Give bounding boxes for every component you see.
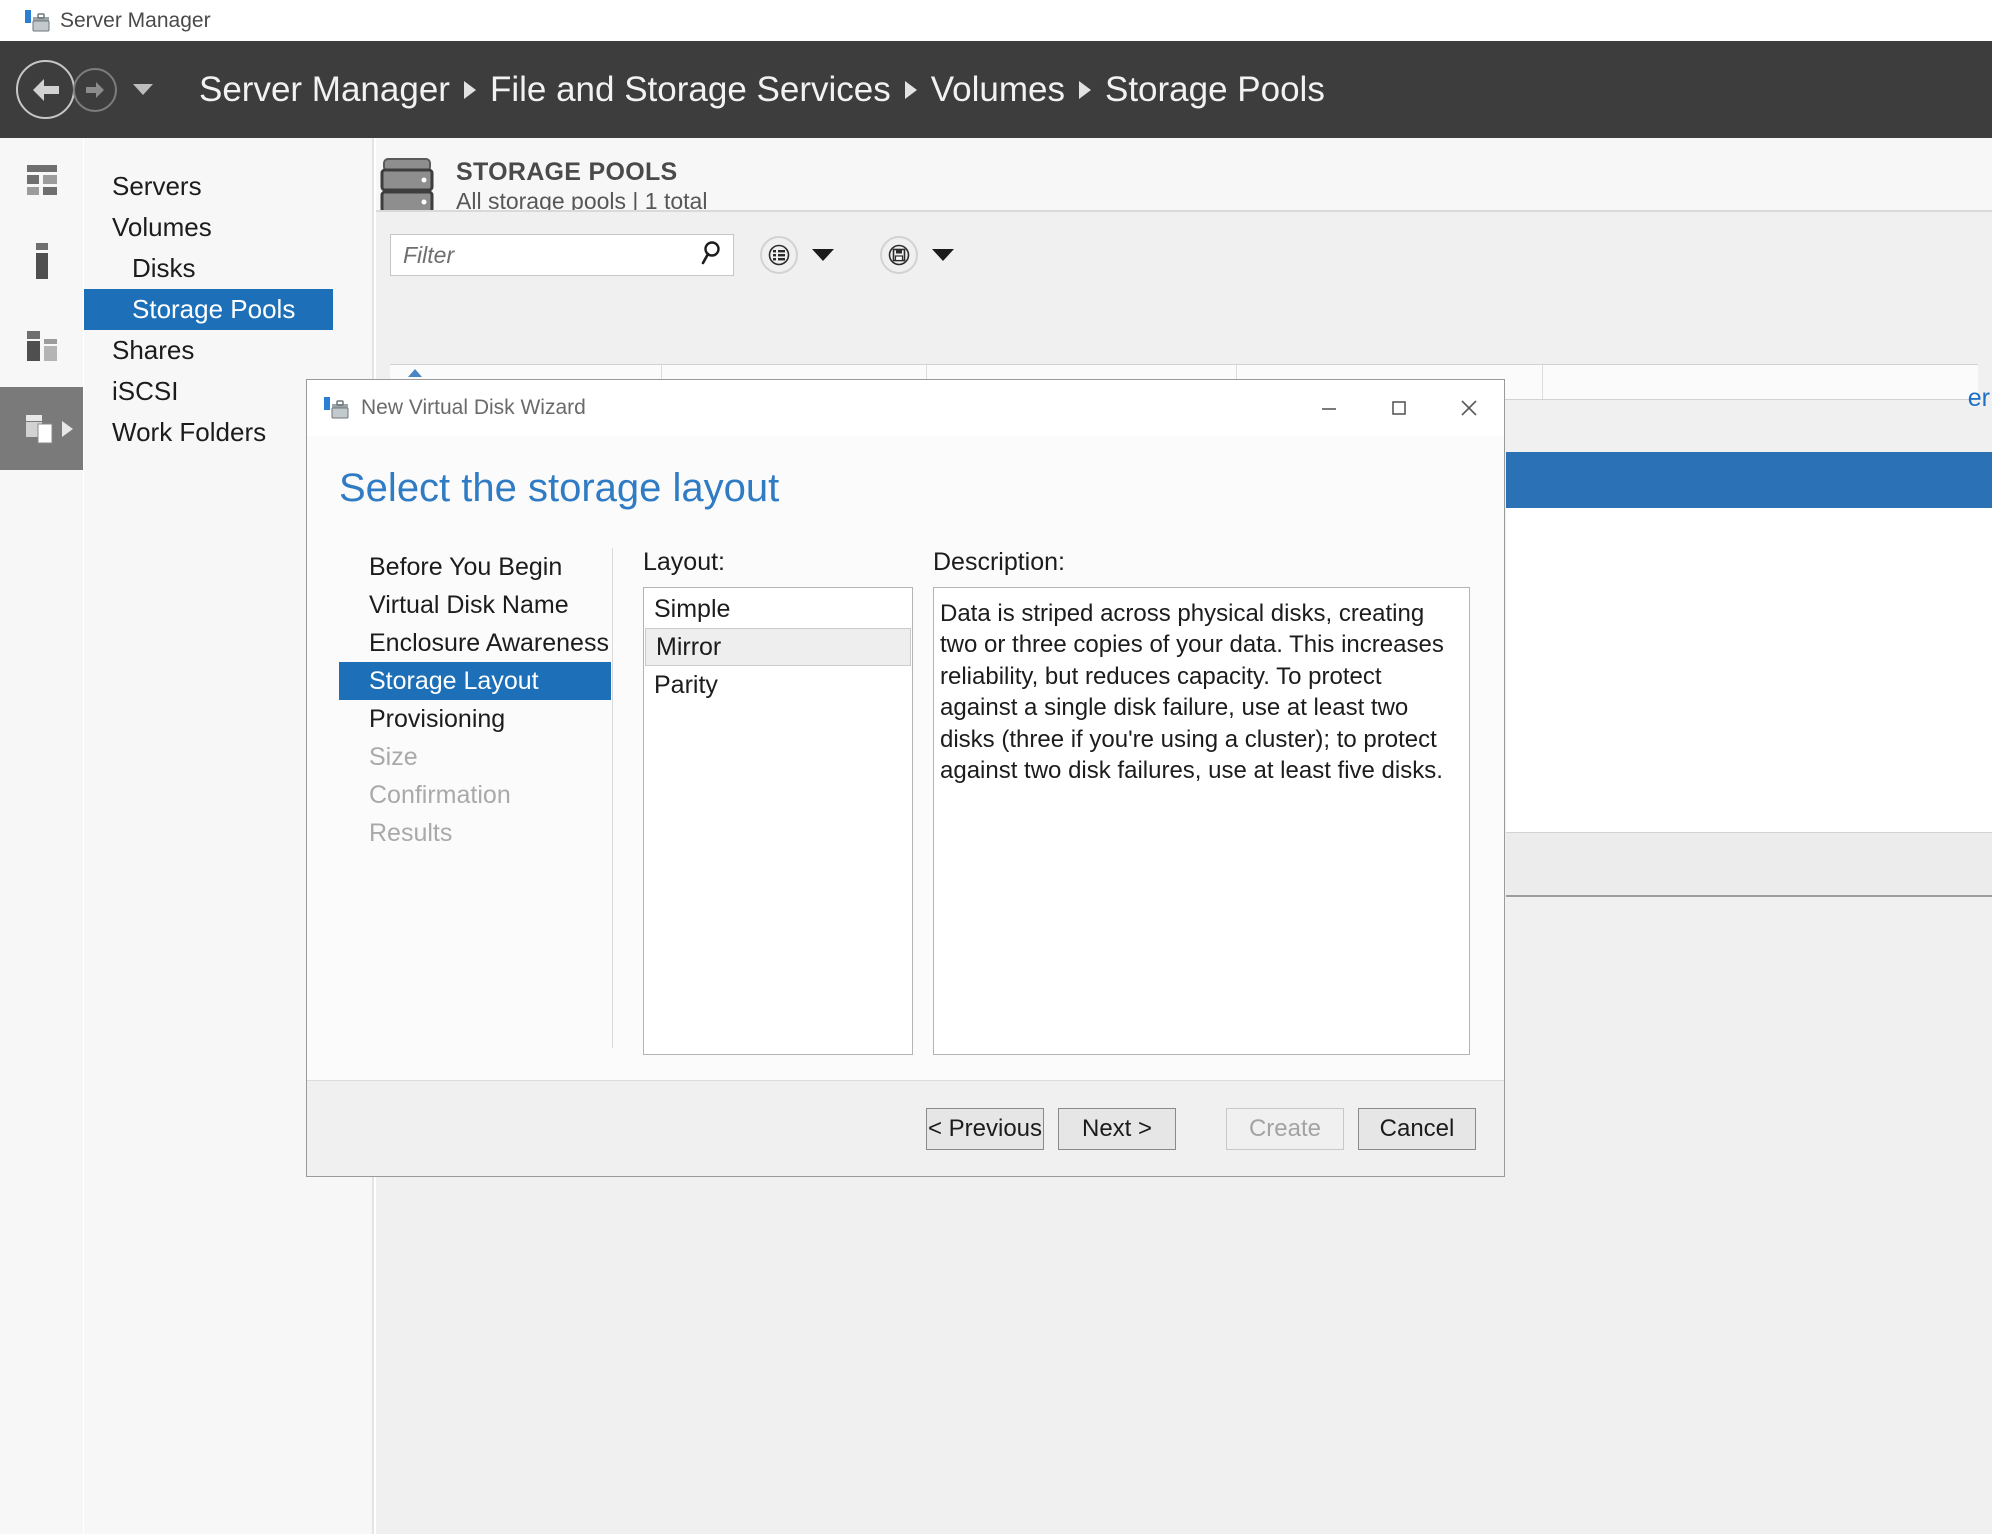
wizard-steps: Before You Begin Virtual Disk Name Enclo… [339,548,611,852]
new-virtual-disk-wizard-dialog: New Virtual Disk Wizard Select the stora… [306,379,1505,1177]
wizard-step-storage-layout[interactable]: Storage Layout [339,662,611,700]
sidebar-item-storage-pools[interactable]: Storage Pools [84,289,333,330]
back-arrow-icon[interactable] [16,60,75,119]
breadcrumb-bar: Server Manager File and Storage Services… [0,41,1992,138]
layout-option-parity[interactable]: Parity [644,666,912,704]
wizard-step-virtual-disk-name[interactable]: Virtual Disk Name [339,586,611,624]
sidebar-item-servers[interactable]: Servers [84,166,372,207]
breadcrumb-item-0[interactable]: Server Manager [199,70,450,110]
sidebar-item-file-and-storage-services[interactable] [0,387,83,470]
sidebar-item-volumes[interactable]: Volumes [84,207,372,248]
create-button: Create [1226,1107,1344,1150]
sidebar-item-disks[interactable]: Disks [84,248,372,289]
breadcrumb-item-3[interactable]: Storage Pools [1105,70,1325,110]
dialog-titlebar: New Virtual Disk Wizard [307,380,1504,436]
description-section: Description: Data is striped across phys… [933,548,1473,1055]
dialog-footer: < Previous Next > Create Cancel [307,1080,1504,1176]
layout-option-simple[interactable]: Simple [644,590,912,628]
breadcrumb-item-1[interactable]: File and Storage Services [490,70,891,110]
breadcrumb-separator-icon [1078,80,1091,99]
close-icon[interactable] [1434,380,1504,436]
layout-listbox[interactable]: Simple Mirror Parity [643,587,913,1055]
filter-toolbar: Filter [376,212,1992,276]
wizard-step-results: Results [369,818,453,847]
next-button[interactable]: Next > [1058,1107,1176,1150]
layout-label: Layout: [643,548,726,576]
app-title: Server Manager [60,8,211,32]
search-input[interactable]: Filter [390,234,734,276]
dialog-body: Before You Begin Virtual Disk Name Enclo… [307,548,1504,1075]
wizard-step-before-you-begin[interactable]: Before You Begin [339,548,611,586]
forward-arrow-icon[interactable] [73,67,117,112]
table-column-header[interactable] [1543,365,1978,399]
storage-pool-icon [380,158,434,216]
save-icon[interactable] [880,236,918,274]
background-task-link[interactable]: er [1968,384,1990,413]
breadcrumb-item-2[interactable]: Volumes [931,70,1065,110]
page-title: STORAGE POOLS [456,158,678,186]
breadcrumb-separator-icon [904,80,917,99]
table-row[interactable] [1506,452,1992,508]
layout-option-mirror[interactable]: Mirror [645,628,911,666]
filter-placeholder: Filter [403,241,455,268]
sidebar-item-local-server[interactable] [0,221,83,304]
maximize-icon[interactable] [1364,380,1434,436]
dashboard-icon [26,164,57,195]
icon-rail [0,138,83,1534]
wizard-step-provisioning[interactable]: Provisioning [339,700,611,738]
chevron-down-icon[interactable] [133,84,153,95]
cancel-button[interactable]: Cancel [1358,1107,1476,1150]
save-control [880,236,954,274]
storage-pools-header: STORAGE POOLS All storage pools | 1 tota… [376,138,1992,217]
wizard-step-size: Size [369,742,418,771]
breadcrumb-separator-icon [463,80,476,99]
sidebar-item-all-servers[interactable] [0,304,83,387]
all-servers-icon [26,330,57,361]
previous-button[interactable]: < Previous [926,1107,1044,1150]
list-view-control [760,236,834,274]
layout-section: Layout: Simple Mirror Parity [643,548,915,1055]
wizard-step-enclosure-awareness[interactable]: Enclosure Awareness [339,624,611,662]
file-storage-services-icon [25,414,52,443]
server-manager-icon [24,8,50,34]
background-detail-panel [1506,508,1992,832]
app-titlebar: Server Manager [0,0,1992,41]
wizard-step-confirmation: Confirmation [369,780,511,809]
sidebar-item-dashboard[interactable] [0,138,83,221]
search-icon[interactable] [699,240,723,271]
window-controls [1294,380,1504,436]
list-view-icon[interactable] [760,236,798,274]
local-server-icon [35,242,48,279]
wizard-icon [323,395,349,421]
steps-divider [612,548,613,1048]
chevron-right-icon [62,420,73,437]
description-label: Description: [933,548,1065,576]
minimize-icon[interactable] [1294,380,1364,436]
sidebar-item-shares[interactable]: Shares [84,330,372,371]
chevron-down-icon[interactable] [812,249,834,261]
background-panel-strip [1506,832,1992,897]
breadcrumb: Server Manager File and Storage Services… [199,70,1325,110]
dialog-title: New Virtual Disk Wizard [361,396,586,419]
navigation-arrows [16,60,153,119]
description-text: Data is striped across physical disks, c… [940,600,1444,785]
description-box: Data is striped across physical disks, c… [933,587,1470,1055]
dialog-heading: Select the storage layout [339,466,780,510]
chevron-down-icon[interactable] [932,249,954,261]
sort-ascending-icon [408,369,422,377]
